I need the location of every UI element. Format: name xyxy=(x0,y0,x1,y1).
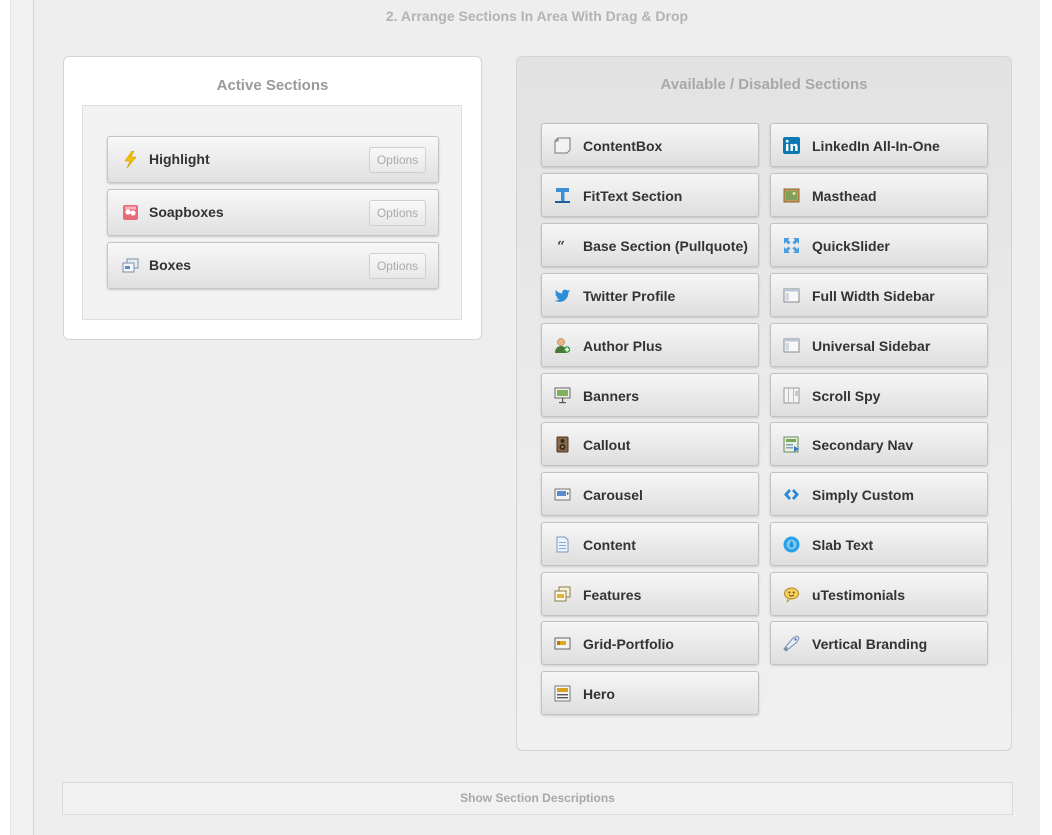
section-label: Hero xyxy=(583,686,615,702)
fittext-icon xyxy=(554,187,571,204)
section-scroll-spy[interactable]: Scroll Spy xyxy=(770,373,988,417)
options-button[interactable]: Options xyxy=(369,147,426,173)
section-label: Full Width Sidebar xyxy=(812,288,935,304)
soapbox-icon xyxy=(122,204,139,221)
quote-icon: “ xyxy=(554,237,571,255)
options-button[interactable]: Options xyxy=(369,253,426,279)
active-sections-panel: Active Sections Highlight Options Soapbo… xyxy=(63,56,482,340)
section-label: ContentBox xyxy=(583,138,663,154)
section-features[interactable]: Features xyxy=(541,572,759,616)
section-fittext[interactable]: FitText Section xyxy=(541,173,759,217)
contentbox-icon xyxy=(554,137,571,154)
active-sections-title: Active Sections xyxy=(216,77,329,94)
section-label: Carousel xyxy=(583,487,643,503)
active-item-boxes[interactable]: Boxes Options xyxy=(107,242,439,289)
linkedin-icon xyxy=(783,137,800,154)
active-item-label: Soapboxes xyxy=(149,204,224,220)
lightning-icon xyxy=(122,150,139,169)
grid-portfolio-icon xyxy=(554,635,571,652)
section-label: Masthead xyxy=(812,188,877,204)
section-label: Content xyxy=(583,537,636,553)
section-label: Twitter Profile xyxy=(583,288,676,304)
document-icon xyxy=(554,536,571,553)
section-label: Author Plus xyxy=(583,338,663,354)
show-section-descriptions-button[interactable]: Show Section Descriptions xyxy=(62,782,1013,815)
sidebar-icon xyxy=(783,287,800,304)
section-full-width-sidebar[interactable]: Full Width Sidebar xyxy=(770,273,988,317)
active-sections-dropzone[interactable]: Highlight Options Soapboxes Options Boxe… xyxy=(82,105,462,320)
active-item-label: Boxes xyxy=(149,257,192,273)
available-sections-title: Available / Disabled Sections xyxy=(660,76,868,93)
section-vertical-branding[interactable]: Vertical Branding xyxy=(770,621,988,665)
section-label: Banners xyxy=(583,388,640,404)
features-icon xyxy=(554,586,571,603)
banner-icon xyxy=(554,387,571,404)
active-item-highlight[interactable]: Highlight Options xyxy=(107,136,439,183)
section-label: QuickSlider xyxy=(812,238,890,254)
section-author-plus[interactable]: Author Plus xyxy=(541,323,759,367)
section-secondary-nav[interactable]: Secondary Nav xyxy=(770,422,988,466)
section-label: FitText Section xyxy=(583,188,683,204)
branding-icon xyxy=(783,635,800,652)
slabtext-icon xyxy=(783,536,800,553)
step-title: 2. Arrange Sections In Area With Drag & … xyxy=(385,8,689,24)
twitter-icon xyxy=(554,287,571,304)
section-label: Callout xyxy=(583,437,631,453)
section-label: Secondary Nav xyxy=(812,437,914,453)
section-hero[interactable]: Hero xyxy=(541,671,759,715)
svg-text:“: “ xyxy=(557,239,565,254)
callout-icon xyxy=(554,436,571,453)
section-label: Scroll Spy xyxy=(812,388,881,404)
section-label: Base Section (Pullquote) xyxy=(583,238,748,254)
section-pullquote[interactable]: “ Base Section (Pullquote) xyxy=(541,223,759,267)
section-label: Grid-Portfolio xyxy=(583,636,674,652)
section-contentbox[interactable]: ContentBox xyxy=(541,123,759,167)
section-label: Slab Text xyxy=(812,537,874,553)
section-label: uTestimonials xyxy=(812,587,906,603)
secondary-nav-icon xyxy=(783,436,800,453)
section-banners[interactable]: Banners xyxy=(541,373,759,417)
section-callout[interactable]: Callout xyxy=(541,422,759,466)
section-grid-portfolio[interactable]: Grid-Portfolio xyxy=(541,621,759,665)
section-label: Simply Custom xyxy=(812,487,914,503)
section-universal-sidebar[interactable]: Universal Sidebar xyxy=(770,323,988,367)
section-quickslider[interactable]: QuickSlider xyxy=(770,223,988,267)
author-icon xyxy=(554,337,571,354)
active-item-label: Highlight xyxy=(149,151,210,167)
boxes-icon xyxy=(122,257,139,274)
section-utestimonials[interactable]: uTestimonials xyxy=(770,572,988,616)
section-content[interactable]: Content xyxy=(541,522,759,566)
sidebar-icon xyxy=(783,337,800,354)
section-label: LinkedIn All-In-One xyxy=(812,138,940,154)
section-slab-text[interactable]: Slab Text xyxy=(770,522,988,566)
quickslider-icon xyxy=(783,237,800,254)
section-carousel[interactable]: Carousel xyxy=(541,472,759,516)
section-label: Universal Sidebar xyxy=(812,338,931,354)
section-masthead[interactable]: Masthead xyxy=(770,173,988,217)
active-item-soapboxes[interactable]: Soapboxes Options xyxy=(107,189,439,236)
masthead-icon xyxy=(783,187,800,204)
section-simply-custom[interactable]: Simply Custom xyxy=(770,472,988,516)
section-twitter-profile[interactable]: Twitter Profile xyxy=(541,273,759,317)
scrollspy-icon xyxy=(783,387,800,404)
available-sections-panel[interactable]: Available / Disabled Sections ContentBox… xyxy=(516,56,1012,751)
code-icon xyxy=(783,486,800,503)
testimonial-icon xyxy=(783,586,800,603)
carousel-icon xyxy=(554,486,571,503)
options-button[interactable]: Options xyxy=(369,200,426,226)
section-label: Vertical Branding xyxy=(812,636,928,652)
section-linkedin[interactable]: LinkedIn All-In-One xyxy=(770,123,988,167)
hero-icon xyxy=(554,685,571,702)
section-label: Features xyxy=(583,587,642,603)
